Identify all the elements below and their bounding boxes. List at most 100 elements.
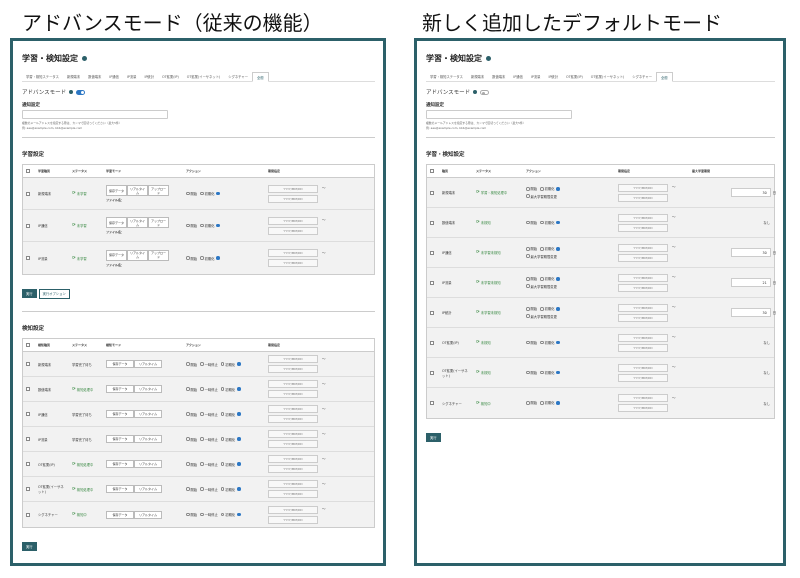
radio-circle[interactable] xyxy=(526,254,530,258)
radio-circle[interactable] xyxy=(526,370,530,375)
mode-button[interactable]: 保存データ xyxy=(106,410,134,418)
mode-button[interactable]: 保存データ xyxy=(106,435,134,443)
mode-button[interactable]: リアルタイム xyxy=(127,185,148,196)
end-date-input[interactable]: YYYY/MM/DD xyxy=(618,313,668,322)
start-date-input[interactable]: YYYY/MM/DD xyxy=(618,363,668,372)
mode-button[interactable]: 保存データ xyxy=(106,460,134,468)
end-date-input[interactable]: YYYY/MM/DD xyxy=(618,283,668,292)
start-date-input[interactable]: YYYY/MM/DD xyxy=(268,216,318,225)
run-button[interactable]: 実行 xyxy=(22,542,37,551)
action-radio[interactable]: 開始 xyxy=(186,412,197,417)
radio-circle[interactable] xyxy=(540,277,544,281)
action-radio[interactable]: 最大学習期間変更 xyxy=(526,314,557,319)
action-radio[interactable]: 初期化 xyxy=(540,276,560,281)
radio-circle[interactable] xyxy=(526,314,530,318)
select-all-checkbox[interactable] xyxy=(26,169,30,173)
end-date-input[interactable]: YYYY/MM/DD xyxy=(618,223,668,232)
start-date-input[interactable]: YYYY/MM/DD xyxy=(268,184,318,193)
info-icon[interactable] xyxy=(237,412,241,416)
end-date-input[interactable]: YYYY/MM/DD xyxy=(268,465,318,473)
action-radio[interactable]: 開始 xyxy=(186,512,197,517)
action-radio[interactable]: 初期化 xyxy=(540,370,560,375)
start-date-input[interactable]: YYYY/MM/DD xyxy=(268,380,318,388)
mode-button[interactable]: リアルタイム xyxy=(134,460,162,468)
radio-circle[interactable] xyxy=(526,247,530,251)
max-period-input[interactable]: 21 xyxy=(730,278,771,287)
end-date-input[interactable]: YYYY/MM/DD xyxy=(268,515,318,524)
end-date-input[interactable]: YYYY/MM/DD xyxy=(268,194,318,203)
radio-circle[interactable] xyxy=(220,437,225,441)
tab-6[interactable]: OT鉱業(IP) xyxy=(562,72,587,81)
action-radio[interactable]: 開始 xyxy=(186,256,197,261)
radio-circle[interactable] xyxy=(526,277,530,281)
row-checkbox[interactable] xyxy=(26,462,30,466)
info-icon[interactable] xyxy=(556,307,560,311)
mode-button[interactable]: アップロード xyxy=(148,249,169,261)
action-radio[interactable]: 開始 xyxy=(186,487,197,492)
tab-2[interactable]: 数値端末 xyxy=(84,72,105,81)
info-icon[interactable] xyxy=(216,191,220,196)
action-radio[interactable]: 初期化 xyxy=(540,186,560,191)
end-date-input[interactable]: YYYY/MM/DD xyxy=(268,390,318,398)
action-radio[interactable]: 初期化 xyxy=(220,512,241,517)
info-icon[interactable] xyxy=(237,462,241,466)
radio-circle[interactable] xyxy=(540,401,544,405)
info-icon[interactable] xyxy=(556,401,560,405)
max-period-input[interactable]: 30 xyxy=(730,188,771,197)
info-icon[interactable] xyxy=(237,437,241,441)
mode-button[interactable]: 保存データ xyxy=(106,485,134,493)
info-icon[interactable] xyxy=(556,220,560,225)
mode-button[interactable]: リアルタイム xyxy=(134,360,162,368)
action-radio[interactable]: 初期化 xyxy=(220,362,241,367)
radio-circle[interactable] xyxy=(220,387,225,391)
notify-email-input[interactable] xyxy=(22,110,168,119)
action-radio[interactable]: 一時停止 xyxy=(200,412,218,417)
action-radio[interactable]: 開始 xyxy=(186,362,197,367)
radio-circle[interactable] xyxy=(540,370,544,375)
tab-4[interactable]: IP流量 xyxy=(123,72,141,81)
end-date-input[interactable]: YYYY/MM/DD xyxy=(618,253,668,262)
tab-8[interactable]: シグネチャー xyxy=(628,72,656,81)
row-checkbox[interactable] xyxy=(26,412,30,416)
tab-3[interactable]: IP通信 xyxy=(509,72,527,81)
end-date-input[interactable]: YYYY/MM/DD xyxy=(268,490,318,498)
radio-circle[interactable] xyxy=(186,191,190,196)
radio-circle[interactable] xyxy=(220,512,225,517)
start-date-input[interactable]: YYYY/MM/DD xyxy=(268,480,318,488)
run-button[interactable]: 実行 xyxy=(22,289,37,298)
run-option-button[interactable]: 実行オプション xyxy=(38,288,70,299)
tab-7[interactable]: OT鉱業(イーサネット) xyxy=(587,72,629,81)
start-date-input[interactable]: YYYY/MM/DD xyxy=(618,394,668,402)
max-period-input[interactable]: 30 xyxy=(730,308,771,317)
action-radio[interactable]: 初期化 xyxy=(220,412,241,417)
action-radio[interactable]: 開始 xyxy=(526,370,537,375)
radio-circle[interactable] xyxy=(526,187,530,191)
start-date-input[interactable]: YYYY/MM/DD xyxy=(268,430,318,438)
mode-button[interactable]: リアルタイム xyxy=(134,510,162,519)
radio-circle[interactable] xyxy=(186,387,190,391)
action-radio[interactable]: 開始 xyxy=(186,462,197,467)
row-checkbox[interactable] xyxy=(430,401,434,405)
tab-1[interactable]: 新規端末 xyxy=(467,72,488,81)
row-checkbox[interactable] xyxy=(26,437,30,441)
radio-circle[interactable] xyxy=(200,223,204,228)
tab-5[interactable]: IP統計 xyxy=(140,72,158,81)
row-checkbox[interactable] xyxy=(430,310,434,315)
mode-button[interactable]: リアルタイム xyxy=(134,435,162,443)
action-radio[interactable]: 開始 xyxy=(526,246,537,251)
info-icon[interactable] xyxy=(237,387,241,391)
info-icon[interactable] xyxy=(216,256,220,260)
radio-circle[interactable] xyxy=(186,256,190,260)
radio-circle[interactable] xyxy=(526,401,530,405)
info-icon[interactable] xyxy=(556,340,560,345)
action-radio[interactable]: 初期化 xyxy=(540,400,560,405)
tab-1[interactable]: 新規端末 xyxy=(63,72,84,81)
radio-circle[interactable] xyxy=(200,437,204,441)
radio-circle[interactable] xyxy=(200,412,204,416)
info-icon[interactable] xyxy=(556,370,560,375)
radio-circle[interactable] xyxy=(220,487,225,491)
radio-circle[interactable] xyxy=(540,340,544,345)
action-radio[interactable]: 開始 xyxy=(186,387,197,392)
tab-2[interactable]: 数値端末 xyxy=(488,72,509,81)
tab-9[interactable]: 全般 xyxy=(252,72,269,82)
